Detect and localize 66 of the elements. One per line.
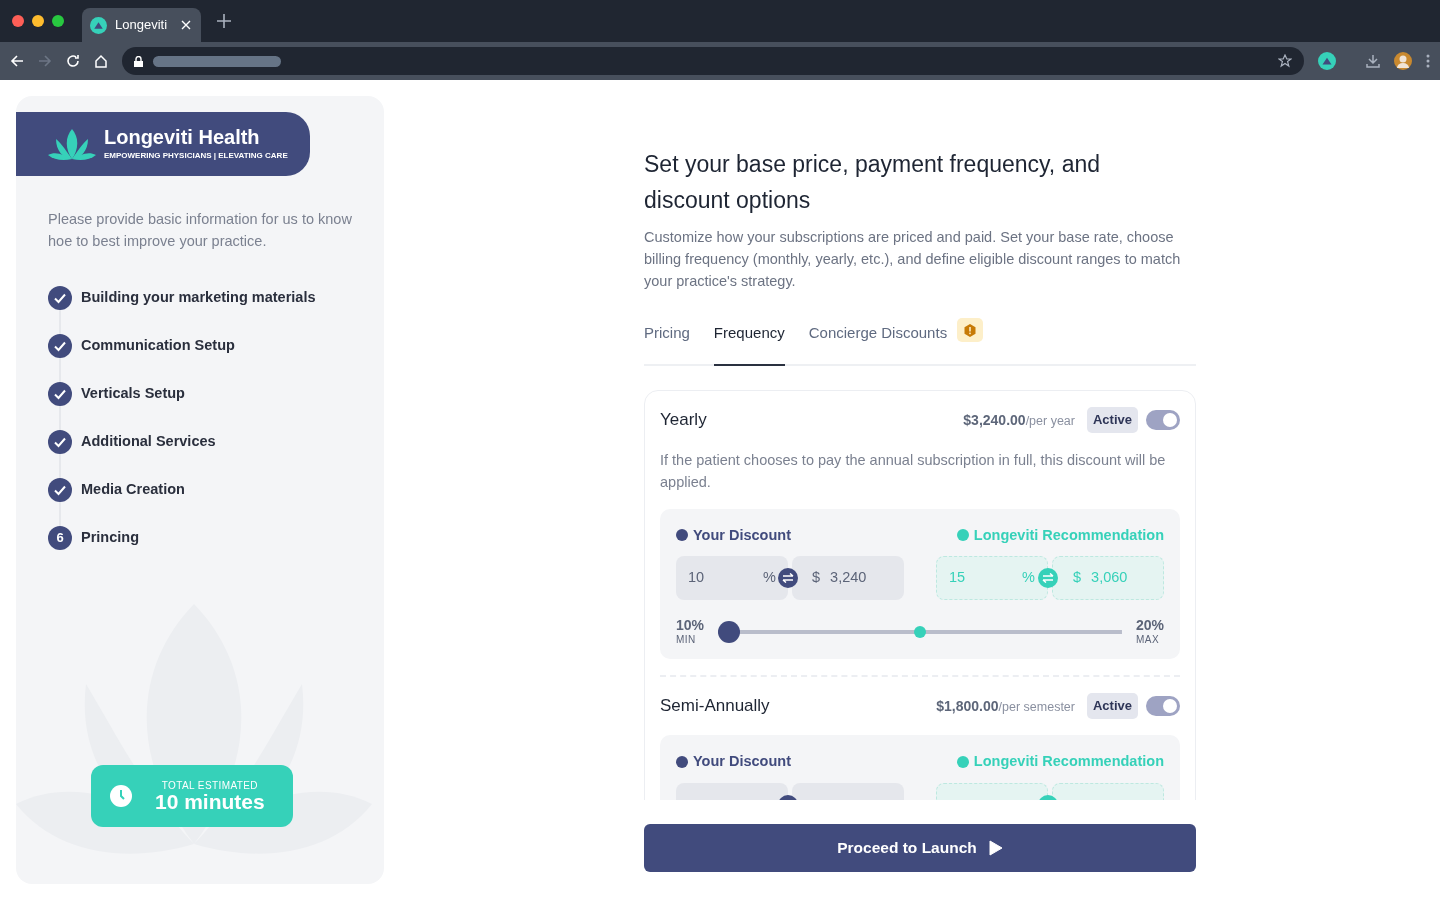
legend-dot (956, 755, 969, 768)
browser-tab[interactable]: Longeviti (82, 8, 201, 42)
swap-icon (1042, 573, 1054, 584)
menu-icon[interactable] (1426, 54, 1430, 68)
tab[interactable]: Frequency (713, 322, 785, 366)
intro-text: Please provide basic information for us to know hoe to best improve your practice. (48, 210, 352, 251)
clock-icon (109, 784, 133, 808)
legend-label: Longeviti Recommendation (973, 751, 1164, 771)
page-title: Set your base price, payment frequency, and discount options (644, 150, 1101, 215)
brand-name: Longeviti Health (104, 126, 261, 147)
frequency-name: Yearly (660, 409, 707, 431)
lotus-icon[interactable] (1318, 52, 1336, 70)
price-text: $1,800.00/per semester (936, 697, 1075, 716)
brand-tagline: EMPOWERING PHYSICIANS | ELEVATING CARE (104, 149, 288, 162)
legend-label: Your Discount (693, 751, 791, 771)
estimate-value: 10 minutes (155, 790, 265, 812)
star-icon[interactable] (1278, 54, 1292, 68)
toggle-switch[interactable] (1146, 696, 1180, 716)
download-icon[interactable] (1366, 54, 1380, 68)
proceed-button[interactable]: Proceed to Launch (644, 824, 1196, 872)
step-label[interactable]: Building your marketing materials (81, 287, 316, 309)
lotus-icon (90, 16, 107, 34)
legend-label: Your Discount (693, 525, 791, 545)
back-icon[interactable] (10, 54, 24, 68)
slider-thumb[interactable] (718, 620, 741, 643)
reload-icon[interactable] (66, 54, 80, 68)
frequency-description: If the patient chooses to pay the annual subscription in full, this discount will be applied. (660, 450, 1167, 492)
legend-label: Longeviti Recommendation (973, 525, 1164, 545)
home-icon[interactable] (94, 54, 108, 68)
play-icon (988, 840, 1003, 856)
tab[interactable]: Pricing (644, 322, 690, 366)
legend-dot (956, 529, 969, 542)
lock-icon (134, 55, 143, 67)
page-description: Customize how your subscriptions are priced and paid. Set your base rate, choose billing frequency (monthly, yearly, etc.), and define eligible discount ranges to match your practice's strategy. (644, 228, 1182, 291)
legend-dot (676, 529, 688, 542)
frequency-name: Semi-Annually (660, 695, 770, 718)
tab[interactable]: Concierge Discounts (808, 322, 984, 366)
lotus-icon (48, 127, 96, 161)
tab-title: Longeviti (115, 16, 168, 35)
address-bar[interactable] (122, 47, 1304, 75)
close-icon[interactable] (181, 20, 191, 30)
min-label: MIN (676, 635, 697, 646)
min-value: 10% (676, 617, 705, 634)
new-tab-icon[interactable] (217, 14, 231, 28)
max-value: 20% (1135, 617, 1164, 634)
step-label[interactable]: Verticals Setup (81, 383, 185, 405)
step-label[interactable]: Additional Services (81, 431, 216, 453)
percent-field[interactable]: 10 % (676, 556, 788, 601)
minimize-window-button[interactable] (32, 15, 44, 27)
legend-dot (676, 755, 688, 768)
max-label: MAX (1135, 635, 1161, 646)
swap-icon (782, 573, 794, 584)
maximize-window-button[interactable] (52, 15, 64, 27)
warning-icon (964, 323, 977, 337)
price-text: $3,240.00/per year (963, 410, 1075, 430)
step-number: 6 (48, 526, 72, 550)
close-window-button[interactable] (12, 15, 24, 27)
status-badge: Active (1086, 693, 1138, 719)
step-label[interactable]: Media Creation (81, 479, 185, 501)
step-label[interactable]: Communication Setup (81, 335, 235, 357)
estimate-label: TOTAL ESTIMATED (160, 780, 259, 791)
toggle-switch[interactable] (1146, 409, 1180, 430)
status-badge: Active (1086, 407, 1138, 433)
step-label[interactable]: Princing (81, 527, 139, 549)
avatar-icon[interactable] (1394, 52, 1412, 70)
amount-field[interactable]: $ 3,240 (792, 556, 904, 601)
